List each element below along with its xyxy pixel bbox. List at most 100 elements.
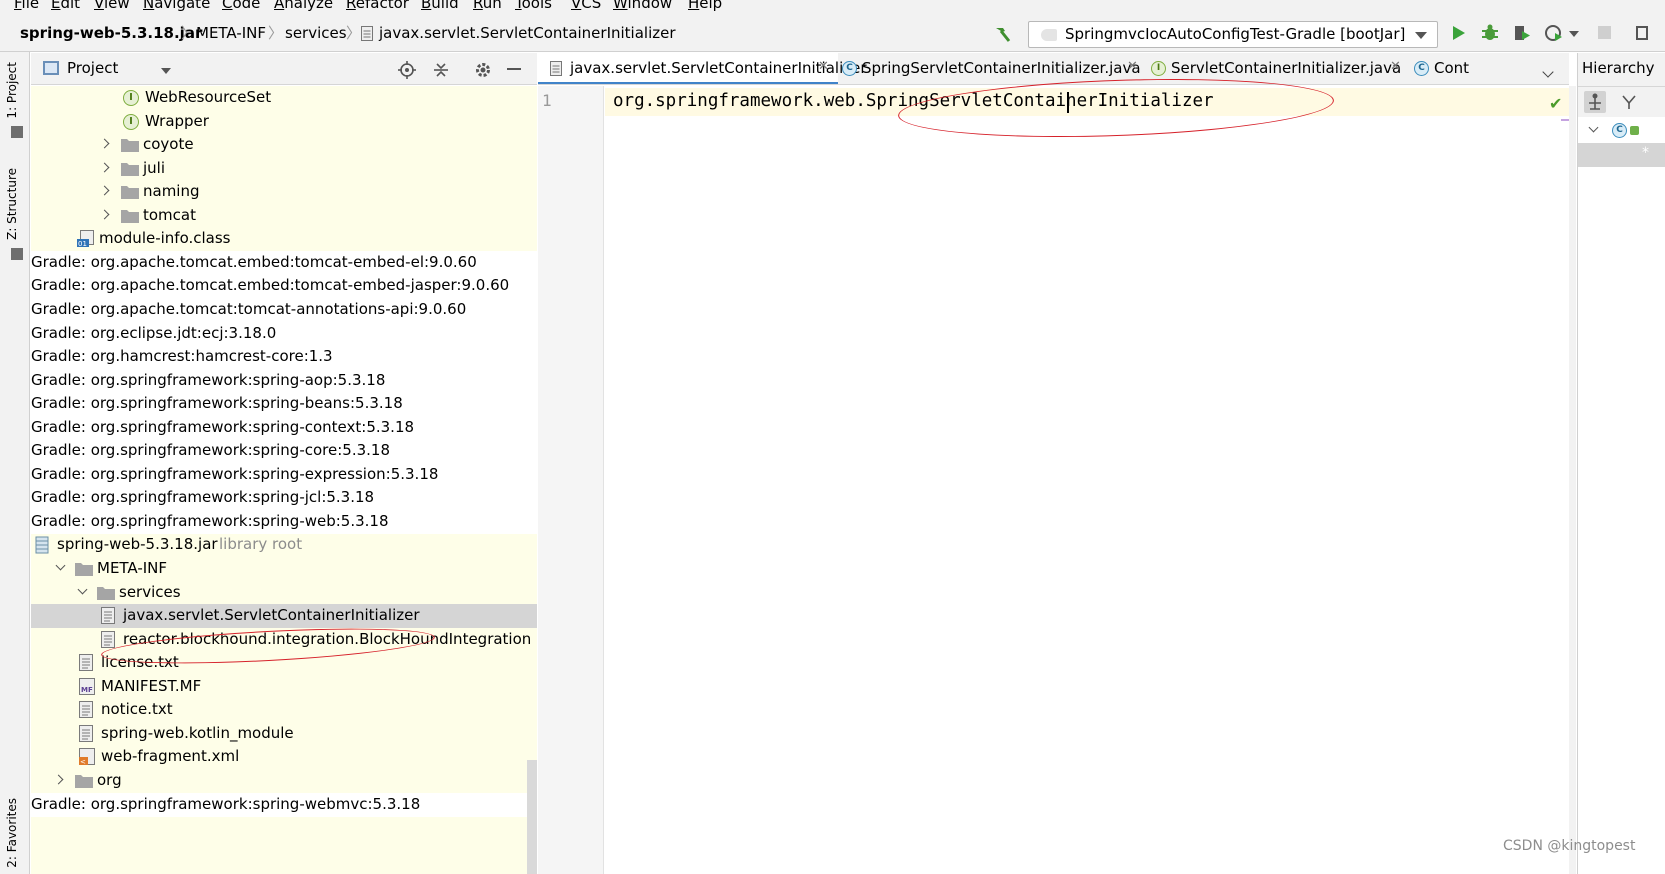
tree-row[interactable]: < web-fragment.xml [31,745,537,769]
hierarchy-root-row[interactable]: C [1578,119,1665,143]
menu-item-refactor[interactable]: Refactor [346,0,409,12]
structure-icon [11,248,23,260]
menu-item-help[interactable]: Help [688,0,722,12]
breadcrumb-file[interactable]: javax.servlet.ServletContainerInitialize… [379,24,676,42]
breadcrumb-meta-inf[interactable]: META-INF [196,24,266,42]
svg-text:<: < [80,758,86,765]
tree-row[interactable]: license.txt [31,651,537,675]
tree-row-library[interactable]: Gradle: org.apache.tomcat.embed:tomcat-e… [31,250,537,275]
tree-row[interactable]: juli [31,157,537,181]
tree-row[interactable]: notice.txt [31,698,537,722]
tree-row-label: services [119,582,181,601]
tree-row[interactable]: reactor.blockhound.integration.BlockHoun… [31,628,537,652]
hierarchy-selected-row[interactable]: * [1578,143,1665,167]
tab-structure-tool-window[interactable]: Z: Structure [5,168,19,240]
tree-row[interactable]: tomcat [31,204,537,228]
tree-row-library[interactable]: Gradle: org.springframework:spring-jcl:5… [31,486,537,511]
menu-item-navigate[interactable]: Navigate [143,0,210,12]
text-file-icon [548,61,563,76]
close-icon[interactable]: ✕ [1390,59,1401,74]
project-structure-icon[interactable] [1636,26,1648,40]
menu-item-view[interactable]: View [94,0,130,12]
chevron-down-icon[interactable] [77,584,88,594]
tree-row[interactable]: META-INF [31,557,537,581]
hierarchy-toolbar [1578,86,1665,116]
profile-icon[interactable] [1543,22,1565,44]
chevron-right-icon[interactable] [99,209,110,220]
gear-icon[interactable] [474,61,492,79]
tree-row-label: Gradle: org.springframework:spring-core:… [31,441,390,460]
tree-row[interactable]: spring-web-5.3.18.jar library root [31,533,537,557]
menu-item-code[interactable]: Code [222,0,260,12]
breadcrumb-jar[interactable]: spring-web-5.3.18.jar [20,24,202,42]
chevron-right-icon[interactable] [99,185,110,196]
tree-row-library[interactable]: Gradle: org.eclipse.jdt:ecj:3.18.0 [31,321,537,346]
chevron-down-icon[interactable] [1569,31,1579,37]
editor-tab[interactable]: C SpringServletContainerInitializer.java ✕ [838,53,1147,84]
collapse-all-icon[interactable] [432,61,450,79]
subtypes-hierarchy-icon[interactable] [1618,91,1640,113]
menu-item-build[interactable]: Build [421,0,459,12]
tree-row-library[interactable]: Gradle: org.hamcrest:hamcrest-core:1.3 [31,345,537,370]
tree-row-library[interactable]: Gradle: org.springframework:spring-aop:5… [31,368,537,393]
stop-icon[interactable] [1598,26,1611,39]
project-tree: I WebResourceSet I Wrapper coyote juli naming t… [31,86,537,874]
code-line[interactable]: org.springframework.web.SpringServletCon… [613,91,1214,111]
menu-item-analyze[interactable]: Analyze [274,0,333,12]
chevron-down-icon[interactable] [1588,122,1599,133]
run-icon[interactable] [1447,22,1469,44]
menu-item-run[interactable]: Run [473,0,502,12]
editor-tab[interactable]: C Cont [1410,53,1510,84]
run-with-coverage-icon[interactable] [1511,22,1533,44]
tree-row-library[interactable]: Gradle: org.springframework:spring-conte… [31,415,537,440]
tree-row[interactable]: javax.servlet.ServletContainerInitialize… [31,604,537,629]
editor-tab[interactable]: I ServletContainerInitializer.java ✕ [1147,53,1410,84]
tree-row-library[interactable]: Gradle: org.springframework:spring-expre… [31,462,537,487]
project-panel-title[interactable]: Project [67,59,118,77]
close-icon[interactable]: ✕ [818,59,829,74]
text-file-icon [79,654,93,672]
tree-row-library[interactable]: Gradle: org.apache.tomcat.embed:tomcat-e… [31,274,537,299]
editor-scrollbar[interactable] [1569,86,1576,874]
code-editor[interactable]: org.springframework.web.SpringServletCon… [605,86,1575,874]
tree-row[interactable]: org [31,769,537,793]
tree-row[interactable]: MF MANIFEST.MF [31,675,537,699]
menu-item-window[interactable]: Window [613,0,672,12]
tree-row[interactable]: 01 module-info.class [31,227,537,251]
minimize-icon[interactable] [507,68,521,70]
menu-item-file[interactable]: File [14,0,39,12]
tree-row[interactable]: coyote [31,133,537,157]
menu-item-vcs[interactable]: VCS [571,0,601,12]
tree-row[interactable]: naming [31,180,537,204]
tree-row[interactable]: services [31,581,537,605]
close-icon[interactable]: ✕ [1127,59,1138,74]
tab-favorites-tool-window[interactable]: 2: Favorites [5,798,19,868]
breadcrumb-services[interactable]: services [285,24,347,42]
chevron-right-icon[interactable] [53,774,64,785]
hierarchy-panel-title[interactable]: Hierarchy [1582,59,1655,77]
tree-row[interactable]: spring-web.kotlin_module [31,722,537,746]
tree-row-library[interactable]: Gradle: org.springframework:spring-webmv… [31,792,537,817]
build-hammer-icon[interactable] [993,24,1013,44]
editor-tab[interactable]: javax.servlet.ServletContainerInitialize… [538,53,867,84]
tree-row-library[interactable]: Gradle: org.springframework:spring-core:… [31,439,537,464]
menu-item-tools[interactable]: Tools [515,0,552,12]
tree-row-library[interactable]: Gradle: org.springframework:spring-web:5… [31,509,537,534]
locate-target-icon[interactable] [398,61,416,79]
chevron-down-icon [1415,32,1427,39]
supertypes-hierarchy-icon[interactable] [1584,91,1606,113]
chevron-right-icon[interactable] [99,138,110,149]
run-configuration-selector[interactable]: SpringmvcIocAutoConfigTest-Gradle [bootJ… [1028,21,1438,48]
tree-row-label: license.txt [101,653,179,672]
tree-row[interactable]: I WebResourceSet [31,86,537,110]
chevron-down-icon[interactable] [55,560,66,571]
tree-row-library[interactable]: Gradle: org.springframework:spring-beans… [31,392,537,417]
chevron-down-icon[interactable] [161,68,171,74]
debug-icon[interactable] [1479,22,1501,44]
tree-row[interactable]: I Wrapper [31,110,537,134]
tab-project-tool-window[interactable]: 1: Project [5,62,19,119]
tree-row-library[interactable]: Gradle: org.apache.tomcat:tomcat-annotat… [31,297,537,322]
menu-item-edit[interactable]: Edit [51,0,80,12]
tree-scrollbar[interactable] [527,760,537,874]
chevron-right-icon[interactable] [99,162,110,173]
